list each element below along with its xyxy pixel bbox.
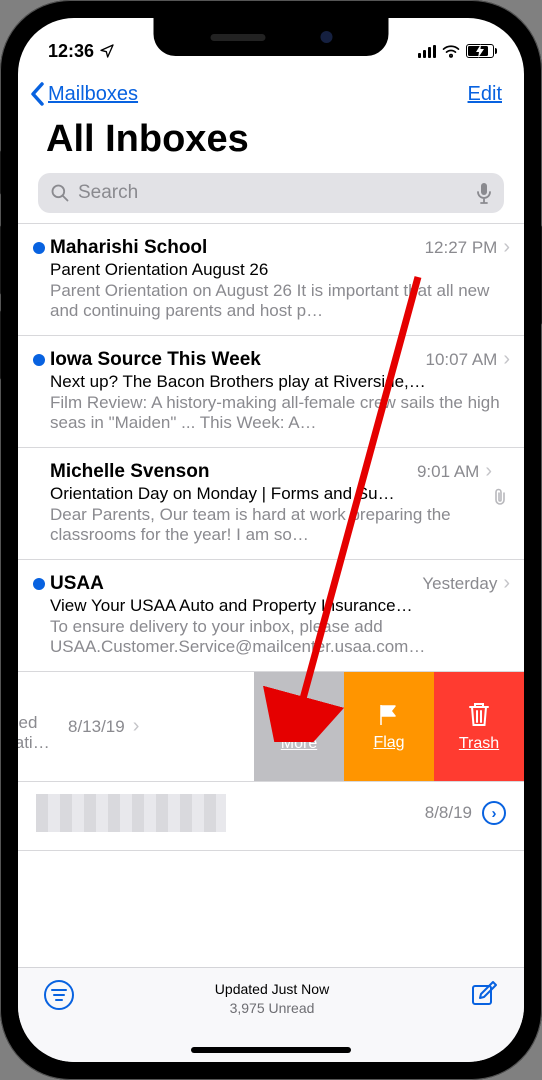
trash-icon xyxy=(467,701,491,729)
email-time: 10:07 AM xyxy=(426,350,498,370)
search-icon xyxy=(50,183,70,203)
redacted-time: 8/8/19 xyxy=(425,803,472,823)
inbox-list: Maharishi School 12:27 PM › Parent Orien… xyxy=(18,223,524,672)
unread-count: 3,975 Unread xyxy=(215,999,329,1018)
wifi-icon xyxy=(442,44,460,58)
back-label: Mailboxes xyxy=(48,83,138,106)
email-sender: Michelle Svenson xyxy=(50,461,209,483)
cellular-icon xyxy=(418,45,436,58)
email-sender: USAA xyxy=(50,573,104,595)
email-preview: Film Review: A history-making all-female… xyxy=(50,392,510,433)
email-row[interactable]: Michelle Svenson 9:01 AM › Orientation D… xyxy=(18,448,524,560)
chevron-right-icon: › xyxy=(503,236,510,259)
edit-button[interactable]: Edit xyxy=(468,83,502,106)
email-sender: Iowa Source This Week xyxy=(50,349,261,371)
unread-dot xyxy=(33,578,45,590)
filter-icon xyxy=(50,988,68,1002)
email-sender: Maharishi School xyxy=(50,237,207,259)
swiped-email-row[interactable]: 8/13/19 › urgery scheduled nts in the op… xyxy=(18,672,524,782)
email-subject: View Your USAA Auto and Property Insuran… xyxy=(50,595,510,616)
compose-icon xyxy=(470,980,498,1008)
search-placeholder: Search xyxy=(78,182,468,204)
email-row[interactable]: Maharishi School 12:27 PM › Parent Orien… xyxy=(18,224,524,336)
trash-action[interactable]: Trash xyxy=(434,672,524,781)
email-row[interactable]: Iowa Source This Week 10:07 AM › Next up… xyxy=(18,336,524,448)
mic-icon[interactable] xyxy=(476,182,492,204)
email-time: 12:27 PM xyxy=(425,238,498,258)
email-preview: Parent Orientation on August 26 It is im… xyxy=(50,280,510,321)
chevron-right-icon: › xyxy=(485,460,492,483)
location-icon xyxy=(99,43,115,59)
thread-info-icon[interactable]: › xyxy=(482,801,506,825)
chevron-right-icon: › xyxy=(503,572,510,595)
email-subject: Next up? The Bacon Brothers play at Rive… xyxy=(50,371,510,392)
email-row[interactable]: USAA Yesterday › View Your USAA Auto and… xyxy=(18,560,524,672)
battery-icon xyxy=(466,44,494,58)
unread-dot xyxy=(33,242,45,254)
email-subject: Parent Orientation August 26 xyxy=(50,259,510,280)
chevron-right-icon: › xyxy=(503,348,510,371)
email-preview: Dear Parents, Our team is hard at work p… xyxy=(50,504,492,545)
clock: 12:36 xyxy=(48,41,94,62)
flag-action[interactable]: Flag xyxy=(344,672,434,781)
flag-icon xyxy=(376,702,402,728)
unread-dot xyxy=(33,354,45,366)
email-time: Yesterday xyxy=(422,574,497,594)
page-title: All Inboxes xyxy=(18,116,524,173)
back-button[interactable]: Mailboxes xyxy=(28,80,138,108)
more-action[interactable]: More xyxy=(254,672,344,781)
search-input[interactable]: Search xyxy=(38,173,504,213)
email-preview: To ensure delivery to your inbox, please… xyxy=(50,616,510,657)
home-indicator[interactable] xyxy=(191,1047,351,1053)
email-subject: Orientation Day on Monday | Forms and Su… xyxy=(50,483,492,504)
redacted-email-row[interactable]: 8/8/19 › xyxy=(18,782,524,851)
filter-button[interactable] xyxy=(44,980,74,1010)
chevron-left-icon xyxy=(28,80,48,108)
compose-button[interactable] xyxy=(470,980,498,1008)
sync-status: Updated Just Now xyxy=(215,980,329,999)
redacted-content xyxy=(36,794,226,832)
ellipsis-icon xyxy=(285,701,313,729)
attachment-icon xyxy=(492,488,508,506)
email-time: 9:01 AM xyxy=(417,462,479,482)
